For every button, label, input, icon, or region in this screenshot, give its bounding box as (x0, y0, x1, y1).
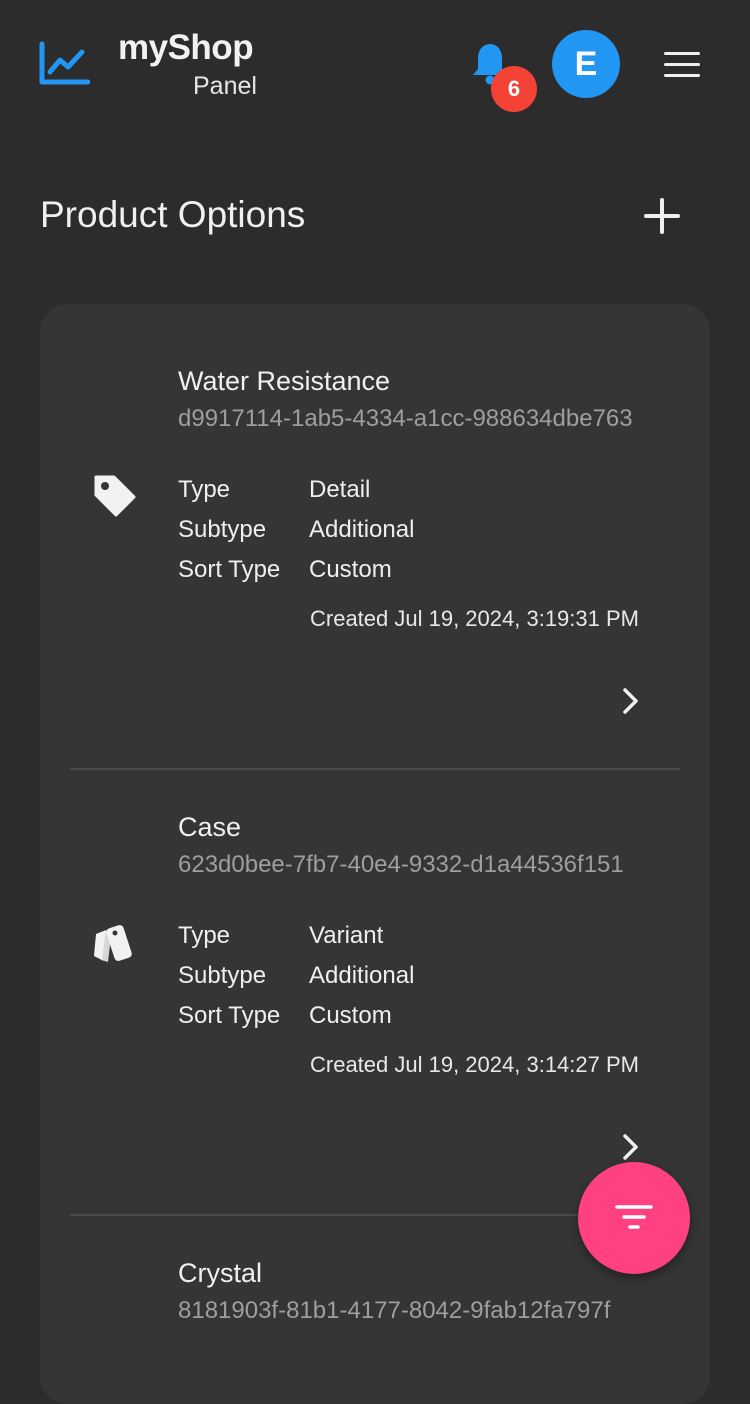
created-timestamp: Created Jul 19, 2024, 3:14:27 PM (310, 1052, 639, 1077)
user-avatar[interactable]: E (552, 30, 620, 98)
plus-icon[interactable] (640, 194, 684, 238)
created-timestamp: Created Jul 19, 2024, 3:19:31 PM (310, 606, 639, 631)
menu-button[interactable] (660, 48, 704, 82)
item-id: 623d0bee-7fb7-40e4-9332-d1a44536f151 (178, 851, 624, 878)
hamburger-icon (664, 52, 700, 55)
hamburger-icon (664, 63, 700, 66)
sort-type-label: Sort Type (178, 1002, 281, 1029)
swatches-icon (94, 925, 132, 962)
chevron-right-icon[interactable] (620, 686, 642, 716)
filter-button[interactable] (578, 1162, 690, 1274)
sort-type-value: Custom (309, 1002, 392, 1029)
item-name: Water Resistance (178, 366, 391, 396)
subtype-value: Additional (309, 516, 415, 543)
page-title: Product Options (40, 194, 306, 235)
type-label: Type (178, 922, 231, 949)
subtype-value: Additional (309, 962, 415, 989)
subtype-label: Subtype (178, 962, 267, 989)
brand-title: myShop (118, 28, 254, 67)
item-name: Case (178, 812, 242, 842)
type-value: Variant (309, 922, 384, 949)
type-label: Type (178, 476, 231, 503)
sort-type-value: Custom (309, 556, 392, 583)
notifications-badge[interactable]: 6 (491, 66, 537, 112)
item-id: d9917114-1ab5-4334-a1cc-988634dbe763 (178, 405, 633, 432)
app-header: myShop Panel 6 E (0, 0, 750, 130)
hamburger-icon (664, 74, 700, 77)
item-id: 8181903f-81b1-4177-8042-9fab12fa797f (178, 1297, 611, 1324)
chevron-right-icon[interactable] (620, 1132, 642, 1162)
subtype-label: Subtype (178, 516, 267, 543)
list-item[interactable]: Case 623d0bee-7fb7-40e4-9332-d1a44536f15… (70, 750, 680, 1196)
item-name: Crystal (178, 1258, 263, 1288)
tag-icon (94, 475, 136, 517)
brand-subtitle: Panel (193, 72, 257, 100)
sort-type-label: Sort Type (178, 556, 281, 583)
trending-chart-icon (39, 41, 90, 85)
list-item[interactable]: Water Resistance d9917114-1ab5-4334-a1cc… (70, 304, 680, 768)
filter-icon (615, 1205, 653, 1229)
type-value: Detail (309, 476, 371, 503)
